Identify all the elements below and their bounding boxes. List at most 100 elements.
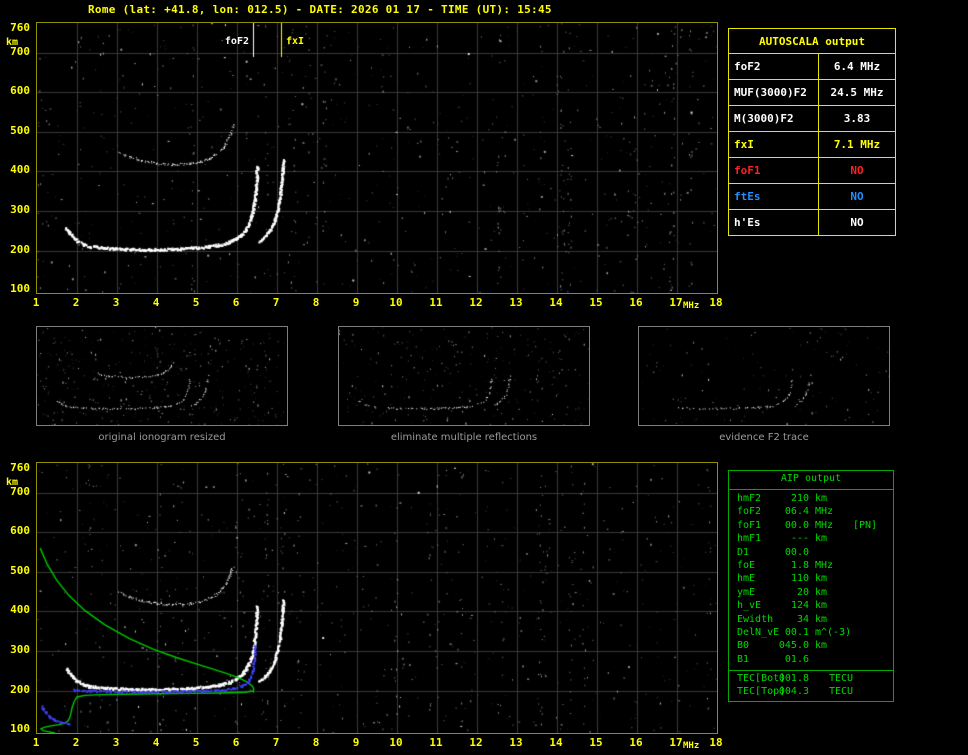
parameter-value: 7.1 MHz — [818, 131, 896, 158]
aip-row: h_vE 124 km — [729, 600, 893, 613]
aip-param-extra: [PN] — [853, 519, 878, 531]
x-axis-unit-label: MHz — [683, 741, 700, 751]
aip-row: TEC[Bot] 001.8 TECU — [729, 673, 893, 686]
y-tick-label: 200 — [10, 242, 30, 256]
aip-param-name: ymE — [737, 586, 756, 598]
autoscala-table-title: AUTOSCALA output — [728, 28, 896, 54]
x-tick-label: 9 — [352, 296, 360, 309]
x-tick-label: 8 — [312, 736, 320, 749]
aip-param-name: h_vE — [737, 600, 762, 612]
aip-row: foE 1.8 MHz — [729, 560, 893, 573]
aip-param-name: Ewidth — [737, 613, 774, 625]
x-tick-label: 8 — [312, 296, 320, 309]
aip-param-value: --- — [790, 533, 809, 545]
x-tick-label: 15 — [589, 296, 603, 309]
thumbnail-multiple-reflections-removed — [338, 326, 590, 426]
aip-panel-title: AIP output — [729, 471, 893, 490]
y-axis-unit-label: km — [6, 477, 19, 488]
aip-param-value: 001.8 — [778, 673, 809, 685]
thumbnail-f2-trace-evidence — [638, 326, 890, 426]
x-tick-label: 1 — [32, 296, 40, 309]
parameter-label: fxI — [728, 131, 819, 158]
aip-param-value: 004.3 — [778, 686, 809, 698]
parameter-value: NO — [818, 183, 896, 210]
autoscala-row: MUF(3000)F2 24.5 MHz — [728, 79, 896, 106]
autoscala-output-table: AUTOSCALA output foF2 6.4 MHz MUF(3000)F2 24… — [728, 28, 896, 236]
aip-row: D1 00.0 — [729, 547, 893, 560]
aip-row: hmF1 --- km — [729, 533, 893, 546]
y-tick-label: 200 — [10, 682, 30, 696]
fxi-marker-label: fxI — [286, 36, 305, 47]
aip-param-name: foF1 — [737, 519, 762, 531]
x-tick-label: 6 — [232, 736, 240, 749]
y-tick-label: 400 — [10, 603, 30, 617]
x-tick-label: 18 — [709, 736, 723, 749]
ionogram-canvas-bottom — [37, 463, 717, 733]
x-tick-label: 5 — [192, 296, 200, 309]
parameter-label: MUF(3000)F2 — [728, 79, 819, 106]
x-tick-label: 11 — [429, 296, 443, 309]
aip-param-unit: km — [815, 600, 828, 612]
x-tick-label: 14 — [549, 736, 563, 749]
aip-param-value: 045.0 — [778, 640, 809, 652]
aip-param-value: 124 — [790, 600, 809, 612]
y-tick-label: 760 — [10, 20, 30, 34]
autoscala-row: foF1 NO — [728, 157, 896, 184]
aip-param-unit: TECU — [829, 686, 854, 698]
x-axis-unit-label: MHz — [683, 301, 700, 311]
aip-param-unit: km — [815, 493, 828, 504]
x-tick-label: 11 — [429, 736, 443, 749]
x-tick-label: 10 — [389, 736, 403, 749]
x-tick-label: 16 — [629, 736, 643, 749]
y-tick-label: 500 — [10, 123, 30, 137]
y-tick-label: 600 — [10, 84, 30, 98]
x-tick-label: 2 — [72, 296, 80, 309]
autoscala-row: h'Es NO — [728, 209, 896, 236]
aip-param-name: hmF1 — [737, 533, 762, 545]
aip-param-name: B0 — [737, 640, 750, 652]
x-tick-label: 3 — [112, 736, 120, 749]
parameter-value: 3.83 — [818, 105, 896, 132]
aip-row: hmF2 210 km — [729, 493, 893, 506]
aip-param-name: B1 — [737, 653, 750, 665]
autoscala-row: ftEs NO — [728, 183, 896, 210]
aip-param-unit: m^(-3) — [815, 626, 852, 638]
aip-param-value: 1.8 — [790, 559, 809, 571]
aip-param-name: hmE — [737, 573, 756, 585]
thumbnail-caption-f2: evidence F2 trace — [719, 432, 809, 443]
y-tick-label: 400 — [10, 163, 30, 177]
aip-param-value: 34 — [796, 613, 809, 625]
x-tick-label: 12 — [469, 736, 483, 749]
aip-param-unit: km — [815, 640, 828, 652]
x-tick-label: 4 — [152, 296, 160, 309]
aip-param-name: foF2 — [737, 506, 762, 518]
x-tick-label: 14 — [549, 296, 563, 309]
y-tick-label: 760 — [10, 460, 30, 474]
parameter-value: 6.4 MHz — [818, 53, 896, 80]
aip-row: hmE 110 km — [729, 573, 893, 586]
aip-param-name: foE — [737, 559, 756, 571]
x-tick-label: 4 — [152, 736, 160, 749]
aip-output-panel: AIP output hmF2 210 km foF2 06.4 MHz foF1 00.0 M… — [728, 470, 894, 702]
x-tick-label: 15 — [589, 736, 603, 749]
ionogram-plot-bottom — [36, 462, 718, 734]
aip-param-value: 110 — [790, 573, 809, 585]
aip-param-unit: km — [815, 573, 828, 585]
parameter-label: foF1 — [728, 157, 819, 184]
y-tick-label: 300 — [10, 643, 30, 657]
autoscala-row: foF2 6.4 MHz — [728, 53, 896, 80]
aip-param-value: 20 — [796, 586, 809, 598]
autoscala-window: Rome (lat: +41.8, lon: 012.5) - DATE: 20… — [0, 0, 968, 755]
parameter-label: h'Es — [728, 209, 819, 236]
aip-param-unit: km — [815, 613, 828, 625]
aip-param-unit: MHz — [815, 559, 834, 571]
x-tick-label: 9 — [352, 736, 360, 749]
x-tick-label: 7 — [272, 296, 280, 309]
y-axis-unit-label: km — [6, 37, 19, 48]
x-tick-label: 7 — [272, 736, 280, 749]
aip-row: B0 045.0 km — [729, 640, 893, 653]
thumbnail-canvas-original — [37, 327, 287, 425]
thumbnail-canvas-f2 — [639, 327, 889, 425]
aip-param-unit: MHz — [815, 519, 834, 531]
aip-row: DelN_vE 00.1 m^(-3) — [729, 627, 893, 640]
